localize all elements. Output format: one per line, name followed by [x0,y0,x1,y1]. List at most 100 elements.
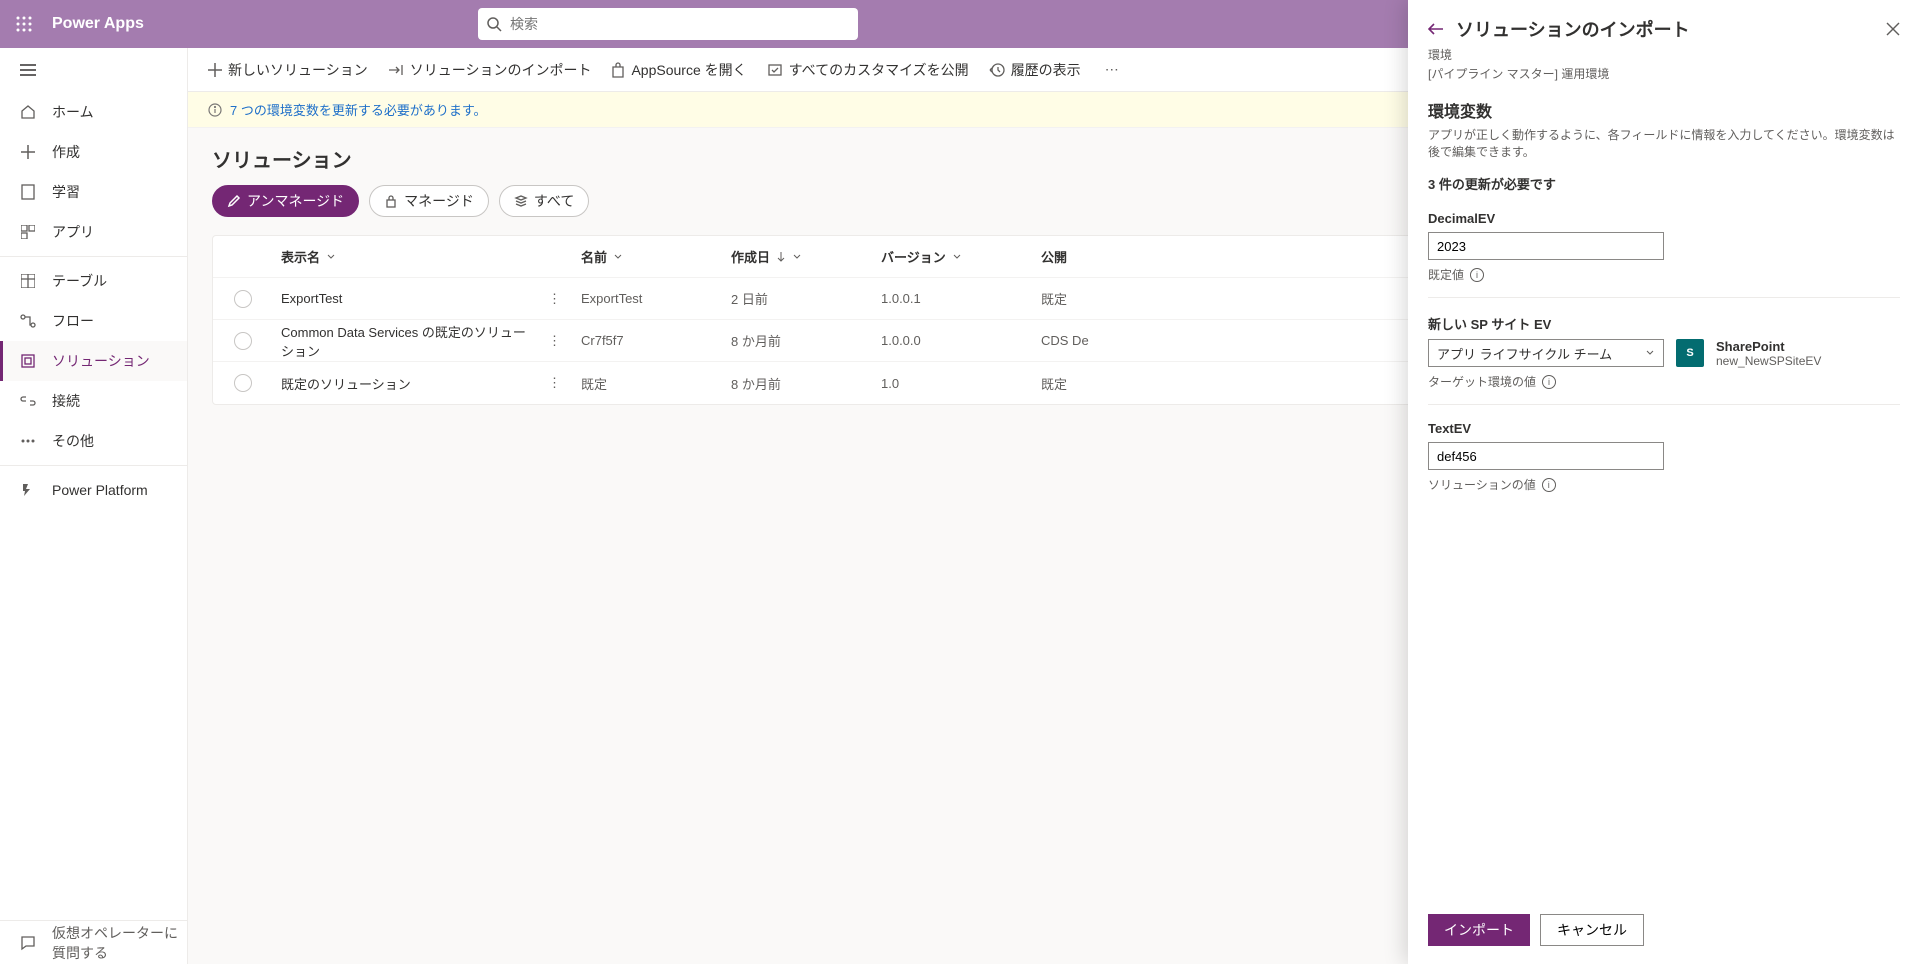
chat-icon [20,935,36,951]
hamburger-icon [20,64,36,76]
nav-create[interactable]: 作成 [0,132,187,172]
nav-footer[interactable]: 仮想オペレーターに質問する [0,920,187,964]
cmd-import-solution[interactable]: ソリューションのインポート [388,60,592,80]
history-icon [989,62,1005,78]
cmd-appsource[interactable]: AppSource を開く [611,60,746,80]
nav-apps[interactable]: アプリ [0,212,187,252]
pill-managed[interactable]: マネージド [369,185,489,217]
decimal-input[interactable] [1428,232,1664,260]
table-icon [20,274,36,288]
nav-flows[interactable]: フロー [0,301,187,341]
solutions-icon [20,354,36,368]
row-radio[interactable] [234,290,252,308]
search-box[interactable] [478,8,858,40]
chevron-down-icon [613,252,623,262]
cell-display: Common Data Services の既定のソリューション [281,322,538,360]
flow-icon [20,314,36,328]
cell-created: 2 日前 [723,289,873,308]
pill-unmanaged[interactable]: アンマネージド [212,185,359,217]
cell-display: ExportTest [281,291,342,306]
row-menu-button[interactable]: ⋮ [544,287,565,311]
cell-display: 既定のソリューション [281,374,411,393]
nav-label: アプリ [52,222,94,242]
cmd-publish-all[interactable]: すべてのカスタマイズを公開 [767,60,969,80]
arrow-left-icon [1428,22,1444,36]
cancel-button[interactable]: キャンセル [1540,914,1644,946]
publish-icon [767,63,783,77]
cell-name: 既定 [573,374,723,393]
cell-version: 1.0.0.0 [873,333,1033,348]
field-help: ターゲット環境の値 [1428,373,1536,390]
book-icon [20,184,36,200]
apps-icon [20,225,36,239]
field-label: 新しい SP サイト EV [1428,314,1900,333]
import-button[interactable]: インポート [1428,914,1530,946]
row-radio[interactable] [234,374,252,392]
pencil-icon [227,194,241,208]
cell-name: ExportTest [573,291,723,306]
row-menu-button[interactable]: ⋮ [544,329,565,353]
nav-label: フロー [52,311,94,331]
field-spsite: 新しい SP サイト EV アプリ ライフサイクル チーム ターゲット環境の値 i… [1428,314,1900,405]
select-value: アプリ ライフサイクル チーム [1437,344,1612,363]
panel-close-button[interactable] [1886,22,1900,36]
nav-label: 学習 [52,182,80,202]
field-decimal: DecimalEV 既定値i [1428,211,1900,298]
field-help: 既定値 [1428,266,1464,283]
nav-solutions[interactable]: ソリューション [0,341,187,381]
search-input[interactable] [510,16,850,32]
th-display[interactable]: 表示名 [273,247,573,266]
row-menu-button[interactable]: ⋮ [544,371,565,395]
cmd-history[interactable]: 履歴の表示 [989,60,1081,80]
info-icon [208,103,222,117]
cmd-overflow[interactable]: ⋯ [1105,61,1121,78]
bag-icon [611,62,625,78]
chevron-down-icon [792,252,802,262]
field-text: TextEV ソリューションの値i [1428,421,1900,507]
nav-learn[interactable]: 学習 [0,172,187,212]
cell-version: 1.0 [873,376,1033,391]
panel-title: ソリューションのインポート [1456,16,1690,42]
row-radio[interactable] [234,332,252,350]
nav-label: Power Platform [52,482,148,498]
th-version[interactable]: バージョン [873,247,1033,266]
info-icon[interactable]: i [1470,268,1484,282]
section-desc: アプリが正しく動作するように、各フィールドに情報を入力してください。環境変数は後… [1428,126,1900,160]
waffle-icon[interactable] [0,0,48,48]
nav-tables[interactable]: テーブル [0,261,187,301]
nav-collapse-button[interactable] [0,48,187,92]
cell-created: 8 か月前 [723,374,873,393]
th-created[interactable]: 作成日 [723,247,873,266]
connector-name: SharePoint [1716,339,1821,354]
nav-more[interactable]: その他 [0,421,187,461]
cell-version: 1.0.0.1 [873,291,1033,306]
env-label: 環境 [1428,46,1900,63]
panel-back-button[interactable] [1428,22,1444,36]
text-input[interactable] [1428,442,1664,470]
import-panel: ソリューションのインポート 環境 [パイプライン マスター] 運用環境 環境変数… [1408,0,1920,964]
brand-label: Power Apps [48,15,144,33]
spsite-select[interactable]: アプリ ライフサイクル チーム [1428,339,1664,367]
cmd-new-solution[interactable]: 新しいソリューション [208,60,368,80]
cmd-label: 履歴の表示 [1011,60,1081,80]
connector-id: new_NewSPSiteEV [1716,354,1821,368]
nav-label: ソリューション [52,351,150,371]
sharepoint-icon: S [1676,339,1704,367]
field-label: TextEV [1428,421,1900,436]
chevron-down-icon [1645,348,1655,358]
th-name[interactable]: 名前 [573,247,723,266]
pill-all[interactable]: すべて [499,185,589,217]
pill-label: マネージド [404,191,474,211]
nav-connections[interactable]: 接続 [0,381,187,421]
cmd-label: AppSource を開く [631,60,746,80]
message-link[interactable]: 7 つの環境変数を更新する必要があります。 [230,100,487,119]
info-icon[interactable]: i [1542,478,1556,492]
nav-label: 接続 [52,391,80,411]
left-nav: ホーム 作成 学習 アプリ テーブル フロー ソリューション 接続 その他 Po… [0,48,188,964]
nav-label: 作成 [52,142,80,162]
nav-home[interactable]: ホーム [0,92,187,132]
footer-label: 仮想オペレーターに質問する [52,923,187,963]
cell-created: 8 か月前 [723,331,873,350]
nav-power-platform[interactable]: Power Platform [0,470,187,510]
info-icon[interactable]: i [1542,375,1556,389]
